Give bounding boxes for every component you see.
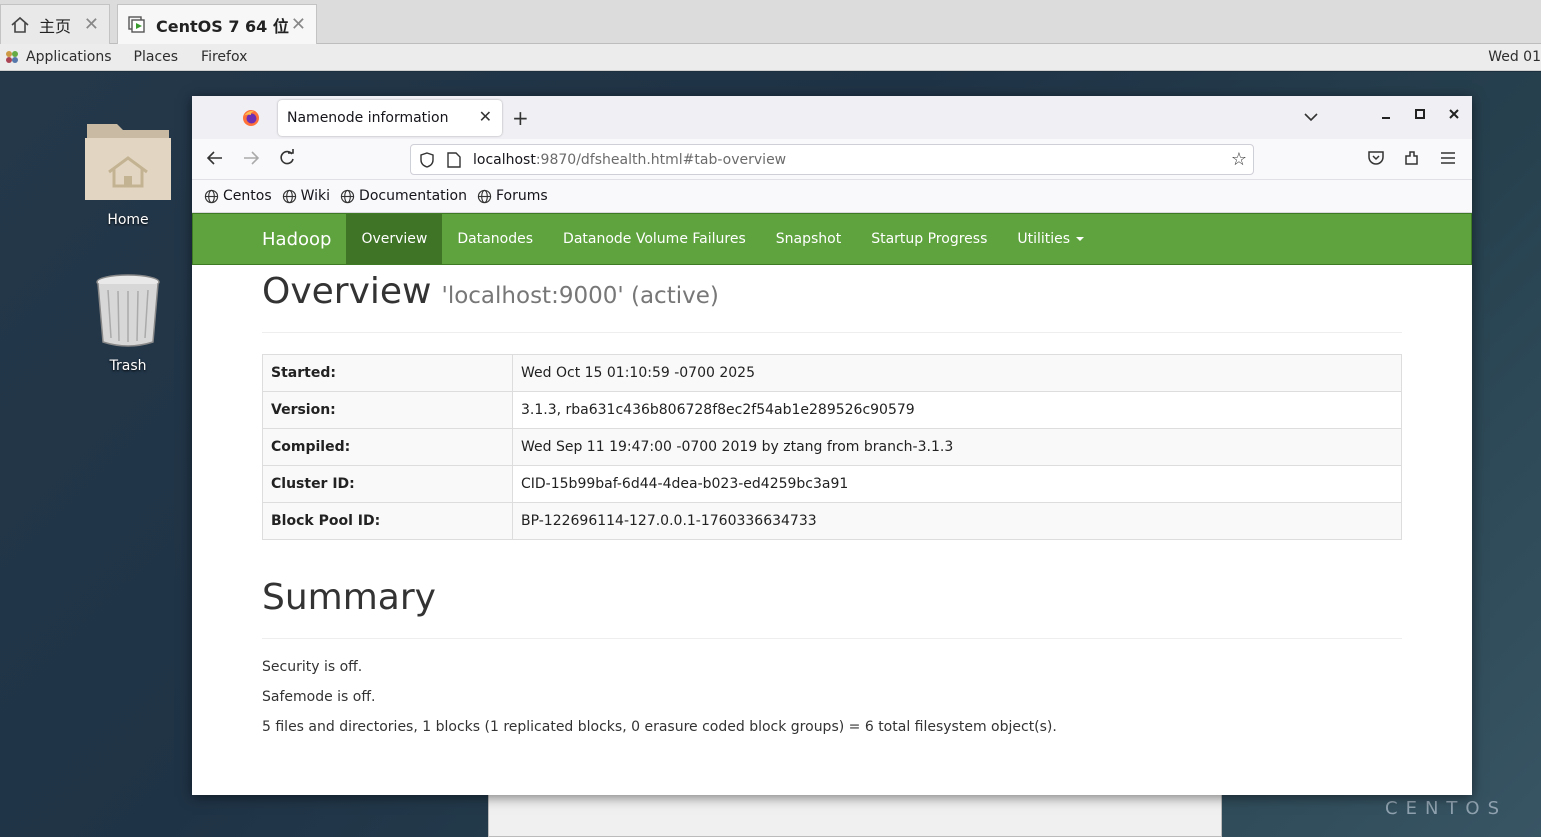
gnome-top-bar: Applications Places Firefox Wed 01 bbox=[0, 44, 1541, 71]
globe-icon bbox=[340, 189, 355, 203]
caret-down-icon bbox=[1076, 237, 1085, 241]
table-row: Cluster ID: CID-15b99baf-6d44-4dea-b023-… bbox=[262, 465, 1402, 503]
back-icon[interactable] bbox=[206, 149, 224, 172]
reload-icon[interactable] bbox=[278, 149, 296, 172]
table-value: Wed Oct 15 01:10:59 -0700 2025 bbox=[512, 354, 1402, 392]
host-tab-home[interactable]: 主页 ✕ bbox=[0, 4, 110, 44]
table-value: CID-15b99baf-6d44-4dea-b023-ed4259bc3a91 bbox=[512, 465, 1402, 503]
desktop-icon-label: Home bbox=[107, 212, 149, 228]
forward-icon[interactable] bbox=[242, 149, 260, 172]
nav-startup-progress[interactable]: Startup Progress bbox=[856, 214, 1002, 264]
page-icon[interactable] bbox=[447, 151, 461, 168]
extensions-icon[interactable] bbox=[1403, 149, 1421, 172]
bookmark-centos[interactable]: Centos bbox=[204, 188, 272, 204]
navigation-toolbar: localhost:9870/dfshealth.html#tab-overvi… bbox=[192, 139, 1472, 180]
bookmark-label: Wiki bbox=[300, 188, 331, 204]
centos-watermark: CENTOS bbox=[1385, 798, 1507, 819]
home-folder-icon bbox=[73, 116, 183, 206]
bookmark-label: Forums bbox=[495, 188, 548, 204]
trash-icon bbox=[73, 272, 183, 352]
desktop-trash[interactable]: Trash bbox=[73, 272, 183, 374]
hadoop-navbar: Hadoop Overview Datanodes Datanode Volum… bbox=[192, 213, 1472, 265]
maximize-icon[interactable] bbox=[1414, 106, 1426, 124]
applications-icon bbox=[4, 49, 20, 65]
table-key: Cluster ID: bbox=[262, 465, 513, 503]
nav-utilities[interactable]: Utilities bbox=[1002, 214, 1099, 264]
url-path: :9870/dfshealth.html#tab-overview bbox=[535, 151, 787, 168]
nav-overview[interactable]: Overview bbox=[346, 214, 443, 264]
url-host: localhost bbox=[473, 151, 536, 168]
divider bbox=[262, 638, 1402, 639]
browser-tab-bar: Namenode information ✕ + bbox=[192, 96, 1472, 139]
list-tabs-icon[interactable] bbox=[1304, 108, 1318, 126]
pocket-icon[interactable] bbox=[1367, 149, 1385, 172]
bookmark-wiki[interactable]: Wiki bbox=[282, 188, 330, 204]
nav-utilities-label: Utilities bbox=[1017, 231, 1071, 247]
menu-icon[interactable] bbox=[1439, 149, 1457, 172]
applications-label: Applications bbox=[26, 49, 112, 65]
table-row: Block Pool ID: BP-122696114-127.0.0.1-17… bbox=[262, 502, 1402, 540]
table-value: BP-122696114-127.0.0.1-1760336634733 bbox=[512, 502, 1402, 540]
summary-line: Security is off. bbox=[262, 659, 363, 675]
bookmark-documentation[interactable]: Documentation bbox=[340, 188, 467, 204]
desktop-home[interactable]: Home bbox=[73, 116, 183, 228]
desktop-icon-label: Trash bbox=[109, 358, 147, 374]
firefox-window: Namenode information ✕ + localhost:9870… bbox=[192, 96, 1472, 795]
nav-datanodes[interactable]: Datanodes bbox=[442, 214, 548, 264]
browser-tab-title: Namenode information bbox=[287, 110, 449, 126]
summary-title: Summary bbox=[262, 577, 436, 618]
table-row: Version: 3.1.3, rba631c436b806728f8ec2f5… bbox=[262, 391, 1402, 429]
firefox-icon bbox=[242, 109, 260, 127]
globe-icon bbox=[282, 189, 296, 203]
table-key: Started: bbox=[262, 354, 513, 392]
bookmark-forums[interactable]: Forums bbox=[477, 188, 548, 204]
page-content: Hadoop Overview Datanodes Datanode Volum… bbox=[192, 213, 1472, 795]
minimize-icon[interactable] bbox=[1380, 106, 1392, 124]
vm-icon bbox=[126, 14, 148, 36]
url-bar[interactable]: localhost:9870/dfshealth.html#tab-overvi… bbox=[410, 144, 1254, 175]
table-row: Started: Wed Oct 15 01:10:59 -0700 2025 bbox=[262, 354, 1402, 392]
places-menu[interactable]: Places bbox=[134, 49, 179, 65]
home-icon bbox=[9, 14, 31, 36]
table-key: Version: bbox=[262, 391, 513, 429]
globe-icon bbox=[477, 189, 492, 203]
page-title: Overview 'localhost:9000' (active) bbox=[262, 271, 719, 312]
bookmark-star-icon[interactable]: ☆ bbox=[1231, 149, 1247, 170]
hadoop-brand[interactable]: Hadoop bbox=[247, 214, 346, 264]
table-value: Wed Sep 11 19:47:00 -0700 2019 by ztang … bbox=[512, 428, 1402, 466]
browser-tab-active[interactable]: Namenode information ✕ bbox=[278, 100, 502, 136]
summary-line: 5 files and directories, 1 blocks (1 rep… bbox=[262, 719, 1057, 735]
overview-table: Started: Wed Oct 15 01:10:59 -0700 2025 … bbox=[262, 354, 1402, 540]
close-tab-icon[interactable]: ✕ bbox=[479, 107, 492, 126]
host-tab-label: 主页 bbox=[39, 16, 72, 36]
background-window[interactable] bbox=[488, 792, 1222, 837]
applications-menu[interactable]: Applications bbox=[4, 49, 112, 65]
table-key: Compiled: bbox=[262, 428, 513, 466]
table-row: Compiled: Wed Sep 11 19:47:00 -0700 2019… bbox=[262, 428, 1402, 466]
close-window-icon[interactable] bbox=[1448, 106, 1460, 124]
nav-datanode-volume-failures[interactable]: Datanode Volume Failures bbox=[548, 214, 761, 264]
divider bbox=[262, 332, 1402, 333]
host-tab-bar: 主页 ✕ CentOS 7 64 位 ✕ bbox=[0, 0, 1541, 44]
new-tab-icon[interactable]: + bbox=[512, 106, 529, 130]
bookmark-label: Documentation bbox=[359, 188, 467, 204]
close-icon[interactable]: ✕ bbox=[291, 14, 306, 35]
summary-line: Safemode is off. bbox=[262, 689, 376, 705]
host-tab-label: CentOS 7 64 位 bbox=[156, 16, 289, 36]
bookmarks-toolbar: Centos Wiki Documentation Forums bbox=[192, 180, 1472, 213]
table-key: Block Pool ID: bbox=[262, 502, 513, 540]
close-icon[interactable]: ✕ bbox=[84, 14, 99, 35]
bookmark-label: Centos bbox=[223, 188, 272, 204]
firefox-menu[interactable]: Firefox bbox=[201, 49, 247, 65]
clock[interactable]: Wed 01 bbox=[1488, 49, 1541, 65]
host-tab-centos[interactable]: CentOS 7 64 位 ✕ bbox=[117, 4, 317, 44]
table-value: 3.1.3, rba631c436b806728f8ec2f54ab1e2895… bbox=[512, 391, 1402, 429]
globe-icon bbox=[204, 189, 219, 203]
tracking-protection-icon[interactable] bbox=[419, 151, 435, 168]
overview-subtitle: 'localhost:9000' (active) bbox=[441, 283, 719, 309]
overview-title: Overview bbox=[262, 271, 432, 312]
nav-snapshot[interactable]: Snapshot bbox=[761, 214, 856, 264]
